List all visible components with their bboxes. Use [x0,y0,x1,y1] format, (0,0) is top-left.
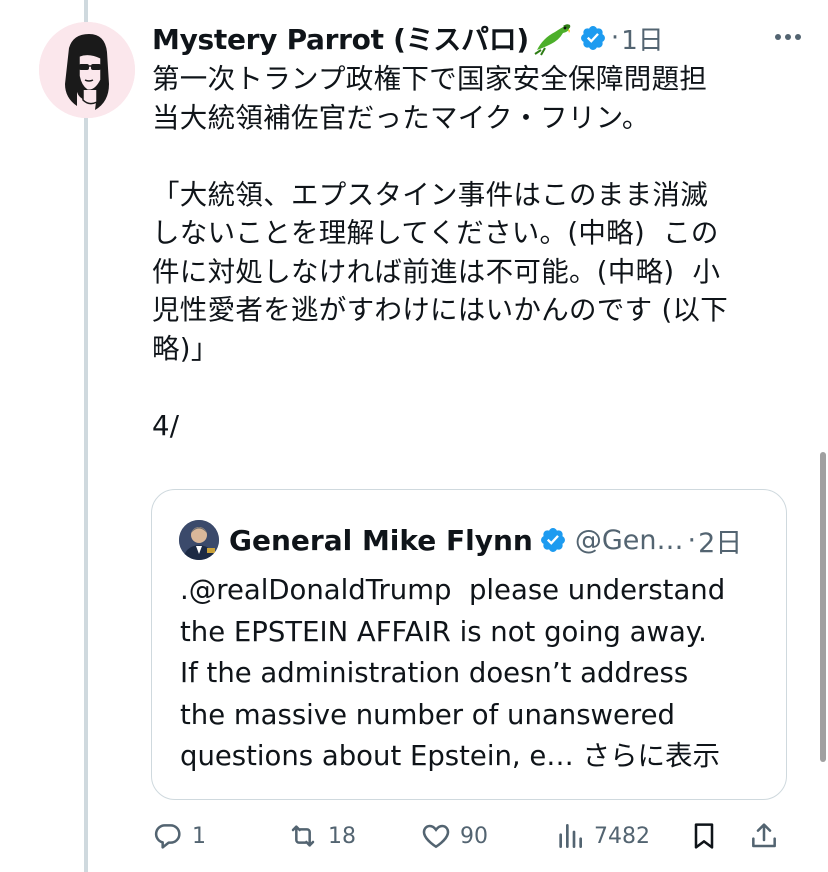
share-button[interactable] [748,812,780,860]
like-button[interactable]: 90 [420,812,488,860]
parrot-icon [533,20,573,56]
quoted-author-avatar[interactable] [179,520,219,560]
tweet-text: 第一次トランプ政権下で国家安全保障問題担 当大統領補佐官だったマイク・フリン。 … [152,63,729,442]
bookmark-icon [694,823,714,849]
header-separator: · [610,23,620,53]
repost-button[interactable]: 18 [286,812,356,860]
tweet-header: Mystery Parrot (ミスパロ) · 1日 [152,18,808,58]
quoted-tweet-card[interactable]: General Mike Flynn @Gen… · 2日 .@realDona… [151,489,787,800]
repost-icon [291,825,315,847]
avatar-illustration [39,22,135,118]
analytics-icon [559,824,582,848]
quoted-tweet-text: .@realDonaldTrump please understand the … [180,570,770,778]
tweet-action-bar: 1 18 90 7482 [152,812,792,860]
author-avatar[interactable] [39,22,135,118]
bookmark-button[interactable] [688,812,720,860]
like-count: 90 [460,823,488,849]
more-options-icon[interactable] [768,22,808,52]
reply-button[interactable]: 1 [152,812,206,860]
share-icon [752,823,776,848]
quoted-tweet-header: General Mike Flynn @Gen… · 2日 [179,520,766,560]
scrollbar-thumb[interactable] [820,452,826,762]
thread-connector-line [84,0,88,872]
author-name[interactable]: Mystery Parrot (ミスパロ) [152,18,529,58]
quoted-header-separator: · [687,524,697,556]
tweet-timestamp[interactable]: 1日 [621,20,664,57]
show-more-link[interactable]: さらに表示 [583,740,721,772]
reply-icon [154,824,181,849]
quoted-author-name[interactable]: General Mike Flynn [229,524,533,557]
quoted-verified-badge-icon[interactable] [539,526,567,554]
view-count: 7482 [594,823,650,849]
quoted-author-handle[interactable]: @Gen… [575,525,684,556]
reply-count: 1 [192,823,206,849]
views-button[interactable]: 7482 [554,812,650,860]
repost-count: 18 [328,823,356,849]
quoted-avatar-photo [179,520,219,560]
quoted-tweet-timestamp[interactable]: 2日 [698,521,742,560]
heart-icon [422,824,450,849]
verified-badge-icon[interactable] [579,24,607,52]
